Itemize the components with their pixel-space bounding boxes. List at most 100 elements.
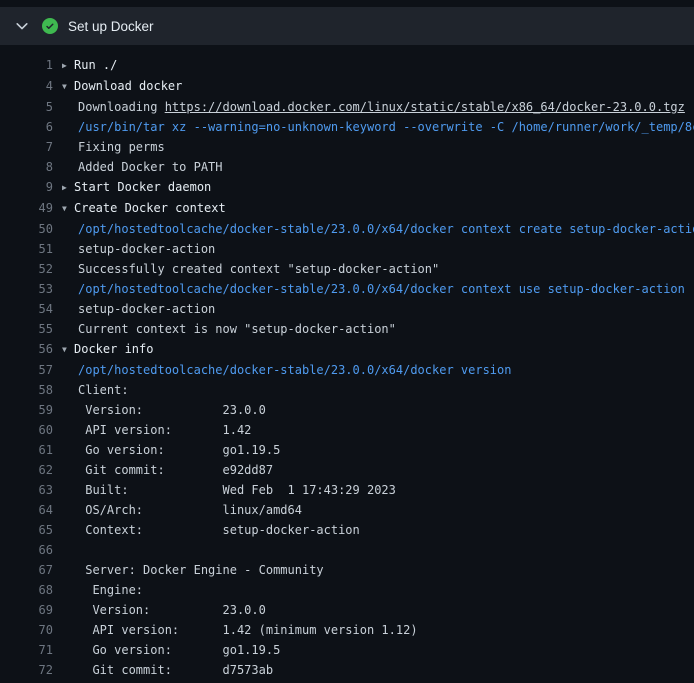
log-row: 61 Go version: go1.19.5 xyxy=(0,440,694,460)
line-number[interactable]: 63 xyxy=(0,480,53,500)
log-row: 58 Client: xyxy=(0,380,694,400)
log-line-content: Engine: xyxy=(62,580,143,600)
log-text: Go version: go1.19.5 xyxy=(78,643,280,657)
line-number[interactable]: 7 xyxy=(0,137,53,157)
log-text: Run ./ xyxy=(74,58,117,72)
log-text: setup-docker-action xyxy=(78,302,215,316)
log-row: 59 Version: 23.0.0 xyxy=(0,400,694,420)
log-row: 67 Server: Docker Engine - Community xyxy=(0,560,694,580)
step-header-row[interactable]: Set up Docker xyxy=(0,7,694,45)
log-text: setup-docker-action xyxy=(78,242,215,256)
log-container: 1▶Run ./4▼Download docker5Downloading ht… xyxy=(0,45,694,680)
line-number[interactable]: 57 xyxy=(0,360,53,380)
line-number[interactable]: 5 xyxy=(0,97,53,117)
line-number[interactable]: 1 xyxy=(0,55,53,76)
line-number[interactable]: 59 xyxy=(0,400,53,420)
line-number[interactable]: 71 xyxy=(0,640,53,660)
line-number[interactable]: 68 xyxy=(0,580,53,600)
log-text: Engine: xyxy=(78,583,143,597)
line-number[interactable]: 69 xyxy=(0,600,53,620)
log-line-content: Go version: go1.19.5 xyxy=(62,440,280,460)
log-row: 52 Successfully created context "setup-do… xyxy=(0,259,694,279)
line-number[interactable]: 56 xyxy=(0,339,53,360)
line-number[interactable]: 70 xyxy=(0,620,53,640)
log-line-content: ▼Download docker xyxy=(62,76,182,97)
log-group-row[interactable]: 56 ▼Docker info xyxy=(0,339,694,360)
log-text: Version: 23.0.0 xyxy=(78,603,266,617)
log-row: 62 Git commit: e92dd87 xyxy=(0,460,694,480)
line-number[interactable]: 54 xyxy=(0,299,53,319)
log-row: 70 API version: 1.42 (minimum version 1.… xyxy=(0,620,694,640)
log-group-row[interactable]: 4 ▼Download docker xyxy=(0,76,694,97)
log-row: 7 Fixing perms xyxy=(0,137,694,157)
line-number[interactable]: 61 xyxy=(0,440,53,460)
log-row: 6/usr/bin/tar xz --warning=no-unknown-ke… xyxy=(0,117,694,137)
log-row: 69 Version: 23.0.0 xyxy=(0,600,694,620)
success-check-circle-icon xyxy=(42,18,58,34)
log-text: Go version: go1.19.5 xyxy=(78,443,280,457)
log-line-content: Built: Wed Feb 1 17:43:29 2023 xyxy=(62,480,396,500)
log-row: 51 setup-docker-action xyxy=(0,239,694,259)
log-link[interactable]: https://download.docker.com/linux/static… xyxy=(165,100,685,114)
log-row: 66 xyxy=(0,540,694,560)
log-text: API version: 1.42 xyxy=(78,423,251,437)
line-number[interactable]: 67 xyxy=(0,560,53,580)
log-line-content: Git commit: e92dd87 xyxy=(62,460,273,480)
log-text: Current context is now "setup-docker-act… xyxy=(78,322,396,336)
log-line-content: OS/Arch: linux/amd64 xyxy=(62,500,302,520)
triangle-right-icon[interactable]: ▶ xyxy=(62,56,74,76)
workflow-step-log: Set up Docker 1▶Run ./4▼Download docker5… xyxy=(0,0,694,683)
log-line-content: Added Docker to PATH xyxy=(62,157,223,177)
log-line-content: /opt/hostedtoolcache/docker-stable/23.0.… xyxy=(62,360,511,380)
log-group-row[interactable]: 1 ▶Run ./ xyxy=(0,55,694,76)
log-line-content: API version: 1.42 (minimum version 1.12) xyxy=(62,620,418,640)
log-line-content: Go version: go1.19.5 xyxy=(62,640,280,660)
line-number[interactable]: 72 xyxy=(0,660,53,680)
log-row: 64 OS/Arch: linux/amd64 xyxy=(0,500,694,520)
line-number[interactable]: 62 xyxy=(0,460,53,480)
line-number[interactable]: 52 xyxy=(0,259,53,279)
log-text: Create Docker context xyxy=(74,201,226,215)
log-row: 57/opt/hostedtoolcache/docker-stable/23.… xyxy=(0,360,694,380)
line-number[interactable]: 9 xyxy=(0,177,53,198)
log-text: Server: Docker Engine - Community xyxy=(78,563,324,577)
log-group-row[interactable]: 49 ▼Create Docker context xyxy=(0,198,694,219)
log-line-content: setup-docker-action xyxy=(62,299,215,319)
log-line-content: setup-docker-action xyxy=(62,239,215,259)
triangle-down-icon[interactable]: ▼ xyxy=(62,199,74,219)
line-number[interactable]: 50 xyxy=(0,219,53,239)
log-text: Built: Wed Feb 1 17:43:29 2023 xyxy=(78,483,396,497)
line-number[interactable]: 6 xyxy=(0,117,53,137)
log-line-content: /opt/hostedtoolcache/docker-stable/23.0.… xyxy=(62,279,685,299)
log-row: 54 setup-docker-action xyxy=(0,299,694,319)
line-number[interactable]: 66 xyxy=(0,540,53,560)
log-line-content: ▶Start Docker daemon xyxy=(62,177,211,198)
triangle-down-icon[interactable]: ▼ xyxy=(62,340,74,360)
log-text: Docker info xyxy=(74,342,153,356)
line-number[interactable]: 53 xyxy=(0,279,53,299)
log-text: Client: xyxy=(78,383,129,397)
triangle-down-icon[interactable]: ▼ xyxy=(62,77,74,97)
log-row: 72 Git commit: d7573ab xyxy=(0,660,694,680)
log-text: Start Docker daemon xyxy=(74,180,211,194)
log-group-row[interactable]: 9 ▶Start Docker daemon xyxy=(0,177,694,198)
log-row: 55 Current context is now "setup-docker-a… xyxy=(0,319,694,339)
line-number[interactable]: 8 xyxy=(0,157,53,177)
log-text: Context: setup-docker-action xyxy=(78,523,360,537)
line-number[interactable]: 4 xyxy=(0,76,53,97)
line-number[interactable]: 65 xyxy=(0,520,53,540)
log-text: Added Docker to PATH xyxy=(78,160,223,174)
log-text: Git commit: d7573ab xyxy=(78,663,273,677)
log-line-content: Server: Docker Engine - Community xyxy=(62,560,324,580)
line-number[interactable]: 51 xyxy=(0,239,53,259)
chevron-down-icon[interactable] xyxy=(14,18,30,34)
line-number[interactable]: 60 xyxy=(0,420,53,440)
log-line-content: Version: 23.0.0 xyxy=(62,400,266,420)
log-text: Successfully created context "setup-dock… xyxy=(78,262,439,276)
triangle-right-icon[interactable]: ▶ xyxy=(62,178,74,198)
line-number[interactable]: 64 xyxy=(0,500,53,520)
line-number[interactable]: 49 xyxy=(0,198,53,219)
log-line-content: Fixing perms xyxy=(62,137,165,157)
line-number[interactable]: 58 xyxy=(0,380,53,400)
line-number[interactable]: 55 xyxy=(0,319,53,339)
